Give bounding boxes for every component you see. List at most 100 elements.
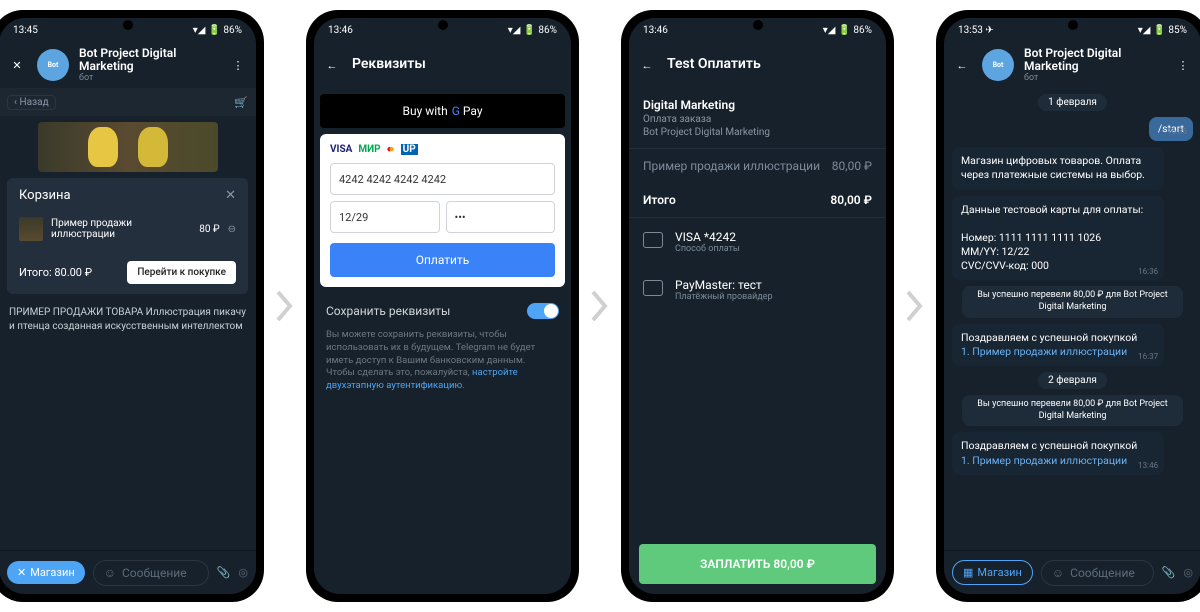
- chat-area[interactable]: 1 февраля /start 16:36 Магазин цифровых …: [944, 88, 1200, 550]
- message-incoming[interactable]: Поздравляем с успешной покупкой 1. Приме…: [952, 324, 1164, 366]
- close-icon[interactable]: ✕: [225, 188, 236, 203]
- page-header: ← Test Оплатить: [629, 42, 886, 88]
- phone-2: 13:46 ▾◢ 🔋86% ← Реквизиты Buy with G Pay…: [306, 10, 579, 602]
- chat-subtitle: бот: [1024, 73, 1163, 83]
- webapp-toolbar: ‹ Назад 🛒: [0, 88, 256, 116]
- cvc-input[interactable]: •••: [446, 201, 556, 233]
- time: 13:53 ✈: [958, 25, 994, 36]
- provider-icon: [643, 280, 663, 296]
- message-input[interactable]: ☺Сообщение: [93, 560, 209, 586]
- order-header: Digital Marketing Оплата заказа Bot Proj…: [629, 88, 886, 148]
- arrow-icon: [902, 286, 928, 326]
- status-icons: ▾◢ 🔋86%: [508, 25, 557, 36]
- page-title: Реквизиты: [352, 57, 426, 72]
- remove-icon[interactable]: ⊖: [228, 224, 236, 235]
- item-price: 80,00 ₽: [832, 159, 872, 173]
- back-icon[interactable]: ←: [952, 55, 972, 75]
- total-label: Итого: [643, 193, 676, 207]
- total-price: 80,00 ₽: [830, 193, 872, 207]
- help-text: Вы можете сохранить реквизиты, чтобы исп…: [320, 329, 565, 393]
- chat-subtitle: бот: [79, 73, 218, 83]
- checkout-button[interactable]: Перейти к покупке: [127, 261, 236, 284]
- message-bar: ✕ Магазин ☺Сообщение 📎 ◎: [0, 550, 256, 594]
- phone-4: 13:53 ✈ ▾◢ 🔋85% ← Bot Bot Project Digita…: [936, 10, 1200, 602]
- item-thumb: [19, 217, 43, 241]
- time: 13:45: [13, 25, 38, 36]
- expiry-input[interactable]: 12/29: [330, 201, 440, 233]
- total-text: Итого: 80.00 ₽: [19, 266, 92, 279]
- provider-label: PayMaster: тест: [675, 278, 773, 292]
- card-icon: [643, 232, 663, 248]
- provider-sub: Платёжный провайдер: [675, 292, 773, 302]
- item-row: Пример продажи иллюстрации 80,00 ₽: [629, 149, 886, 183]
- date-separator: 2 февраля: [1038, 372, 1107, 389]
- product-image: [38, 122, 218, 172]
- notch: [123, 20, 133, 30]
- more-icon[interactable]: ⋮: [228, 55, 248, 75]
- total-row: Итого 80,00 ₽: [629, 183, 886, 217]
- message-outgoing[interactable]: /start 16:36: [1149, 117, 1193, 141]
- time: 13:46: [328, 25, 353, 36]
- back-icon[interactable]: ←: [637, 55, 657, 75]
- card-label: VISA *4242: [675, 230, 740, 244]
- back-icon[interactable]: ←: [322, 55, 342, 75]
- card-form: VISA МИР ●● UP 4242 4242 4242 4242 12/29…: [320, 134, 565, 287]
- save-label: Сохранить реквизиты: [326, 304, 450, 318]
- message-incoming[interactable]: Магазин цифровых товаров. Оплата через п…: [952, 147, 1164, 189]
- close-icon[interactable]: ✕: [7, 55, 27, 75]
- page-title: Test Оплатить: [667, 57, 761, 72]
- product-description: ПРИМЕР ПРОДАЖИ ТОВАРА Иллюстрация пикачу…: [0, 298, 256, 342]
- camera-icon[interactable]: ◎: [1183, 566, 1193, 579]
- save-toggle[interactable]: [527, 303, 559, 319]
- camera-icon[interactable]: ◎: [238, 566, 248, 579]
- system-message: Вы успешно перевели 80,00 ₽ для Bot Proj…: [962, 395, 1184, 426]
- phone-3: 13:46 ▾◢ 🔋86% ← Test Оплатить Digital Ma…: [621, 10, 894, 602]
- item-price: 80 ₽: [199, 224, 219, 235]
- notch: [438, 20, 448, 30]
- chat-header: ✕ Bot Bot Project Digital Marketing бот …: [0, 42, 256, 88]
- message-bar: ▦ Магазин ☺Сообщение 📎 ◎: [944, 550, 1200, 594]
- notch: [753, 20, 763, 30]
- back-button[interactable]: ‹ Назад: [7, 95, 56, 110]
- phone-1: 13:45 ▾◢ 🔋86% ✕ Bot Bot Project Digital …: [0, 10, 264, 602]
- date-separator: 1 февраля: [1038, 94, 1107, 111]
- card-sub: Способ оплаты: [675, 244, 740, 254]
- status-icons: ▾◢ 🔋86%: [193, 25, 242, 36]
- chat-header: ← Bot Bot Project Digital Marketing бот …: [944, 42, 1200, 88]
- more-icon[interactable]: ⋮: [1173, 55, 1193, 75]
- pay-button[interactable]: Оплатить: [330, 243, 555, 277]
- provider-row[interactable]: PayMaster: тест Платёжный провайдер: [629, 266, 886, 314]
- avatar[interactable]: Bot: [982, 49, 1014, 81]
- save-toggle-row: Сохранить реквизиты: [320, 293, 565, 323]
- pay-button[interactable]: ЗАПЛАТИТЬ 80,00 ₽: [639, 544, 876, 584]
- cart-item: Пример продажи иллюстрации 80 ₽ ⊖: [19, 217, 236, 241]
- payment-method-row[interactable]: VISA *4242 Способ оплаты: [629, 218, 886, 266]
- chat-title: Bot Project Digital Marketing: [79, 47, 218, 73]
- cart-title: Корзина: [19, 188, 71, 203]
- arrow-icon: [272, 286, 298, 326]
- message-incoming[interactable]: Данные тестовой карты для оплаты: Номер:…: [952, 196, 1164, 281]
- merchant-name: Digital Marketing: [643, 98, 872, 112]
- cart-panel: Корзина ✕ Пример продажи иллюстрации 80 …: [7, 178, 248, 294]
- message-input[interactable]: ☺Сообщение: [1041, 560, 1154, 586]
- page-header: ← Реквизиты: [314, 42, 571, 88]
- gpay-button[interactable]: Buy with G Pay: [320, 94, 565, 128]
- time: 13:46: [643, 25, 668, 36]
- item-label: Пример продажи иллюстрации: [643, 159, 820, 173]
- item-name: Пример продажи иллюстрации: [51, 218, 191, 240]
- bot-name: Bot Project Digital Marketing: [643, 127, 872, 138]
- attach-icon[interactable]: 📎: [1162, 566, 1176, 579]
- chat-title: Bot Project Digital Marketing: [1024, 47, 1163, 73]
- card-brands: VISA МИР ●● UP: [330, 144, 555, 155]
- cart-icon[interactable]: 🛒: [234, 96, 248, 109]
- attach-icon[interactable]: 📎: [217, 566, 231, 579]
- store-button[interactable]: ✕ Магазин: [7, 561, 85, 584]
- card-number-input[interactable]: 4242 4242 4242 4242: [330, 163, 555, 195]
- order-label: Оплата заказа: [643, 114, 872, 125]
- gpay-logo: G Pay: [452, 104, 483, 118]
- avatar[interactable]: Bot: [37, 49, 69, 81]
- status-icons: ▾◢ 🔋85%: [1138, 25, 1187, 36]
- message-incoming[interactable]: Поздравляем с успешной покупкой 1. Приме…: [952, 432, 1164, 474]
- store-button[interactable]: ▦ Магазин: [952, 560, 1033, 585]
- arrow-icon: [587, 286, 613, 326]
